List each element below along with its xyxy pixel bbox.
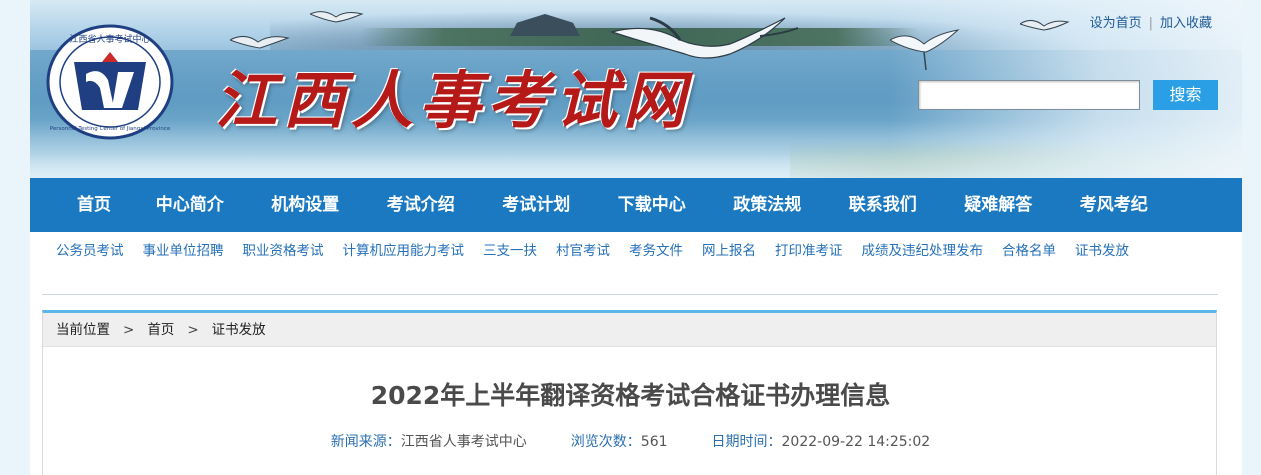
breadcrumb-home-link[interactable]: 首页 [147,322,174,338]
breadcrumb-arrow: > [123,322,135,338]
sub-nav-item[interactable]: 职业资格考试 [243,243,324,259]
nav-item-exam-plan[interactable]: 考试计划 [479,178,595,232]
sub-nav-divider [42,294,1218,295]
sub-nav-item[interactable]: 网上报名 [702,243,756,259]
page: 江西省人事考试中心 Personnel Testing Center of Ji… [30,0,1242,475]
article-date: 日期时间：2022-09-22 14:25:02 [712,431,931,451]
site-name: 江西人事考试网 [215,64,692,137]
source-value: 江西省人事考试中心 [400,434,527,450]
nav-item-exam-discipline[interactable]: 考风考纪 [1056,178,1172,232]
nav-item-home[interactable]: 首页 [57,178,132,232]
date-value: 2022-09-22 14:25:02 [781,434,931,450]
article-title: 2022年上半年翻译资格考试合格证书办理信息 [370,381,891,410]
article-source: 新闻来源：江西省人事考试中心 [331,431,527,451]
source-label: 新闻来源： [330,434,401,450]
small-bird-icon [890,29,960,71]
breadcrumb-current-link[interactable]: 证书发放 [212,322,266,338]
sub-nav-item[interactable]: 证书发放 [1075,243,1129,259]
search-input[interactable] [918,80,1140,110]
nav-item-downloads[interactable]: 下载中心 [594,178,710,232]
nav-item-organization[interactable]: 机构设置 [248,178,364,232]
nav-item-center-intro[interactable]: 中心简介 [132,178,248,232]
date-label: 日期时间： [711,434,782,450]
sub-nav-item[interactable]: 三支一扶 [483,243,537,259]
article-meta: 新闻来源：江西省人事考试中心 浏览次数：561 日期时间：2022-09-22 14… [43,431,1218,451]
breadcrumb-arrow: > [187,322,199,338]
site-logo-icon: 江西省人事考试中心 Personnel Testing Center of Ji… [46,24,174,140]
breadcrumb-label: 当前位置 [56,322,110,338]
sub-nav: 公务员考试 事业单位招聘 职业资格考试 计算机应用能力考试 三支一扶 村官考试 考务文件 网上… [42,240,1227,263]
sub-nav-item[interactable]: 合格名单 [1002,243,1056,259]
top-links: 设为首页 | 加入收藏 [1090,12,1212,31]
nav-item-contact[interactable]: 联系我们 [825,178,941,232]
search-button[interactable]: 搜索 [1153,80,1218,110]
top-links-separator: | [1148,16,1153,31]
sub-nav-item[interactable]: 计算机应用能力考试 [343,243,465,259]
breadcrumb: 当前位置 > 首页 > 证书发放 [43,313,1216,347]
views-value: 561 [640,434,668,450]
svg-text:江西省人事考试中心: 江西省人事考试中心 [69,33,150,45]
site-header-banner: 江西省人事考试中心 Personnel Testing Center of Ji… [30,0,1242,178]
nav-item-policies[interactable]: 政策法规 [710,178,826,232]
nav-item-exam-intro[interactable]: 考试介绍 [363,178,479,232]
sub-nav-item[interactable]: 考务文件 [629,243,683,259]
sub-nav-item[interactable]: 成绩及违纪处理发布 [862,243,984,259]
small-bird-icon [1020,20,1070,31]
sub-nav-item[interactable]: 事业单位招聘 [143,243,224,259]
add-favorite-link[interactable]: 加入收藏 [1160,12,1212,31]
main-nav: 首页 中心简介 机构设置 考试介绍 考试计划 下载中心 政策法规 联系我们 疑难… [30,178,1242,232]
small-bird-icon [310,11,364,23]
sub-nav-item[interactable]: 打印准考证 [775,243,843,259]
content-box: 当前位置 > 首页 > 证书发放 2022年上半年翻译资格考试合格证书办理信息 新闻来源… [42,310,1217,475]
set-home-link[interactable]: 设为首页 [1090,12,1142,31]
nav-item-faq[interactable]: 疑难解答 [941,178,1057,232]
sub-nav-item[interactable]: 村官考试 [556,243,610,259]
svg-text:Personnel Testing Center of Ji: Personnel Testing Center of Jiangxi Prov… [50,126,171,132]
views-label: 浏览次数： [570,434,641,450]
sub-nav-item[interactable]: 公务员考试 [56,243,124,259]
article-views: 浏览次数：561 [571,431,668,451]
